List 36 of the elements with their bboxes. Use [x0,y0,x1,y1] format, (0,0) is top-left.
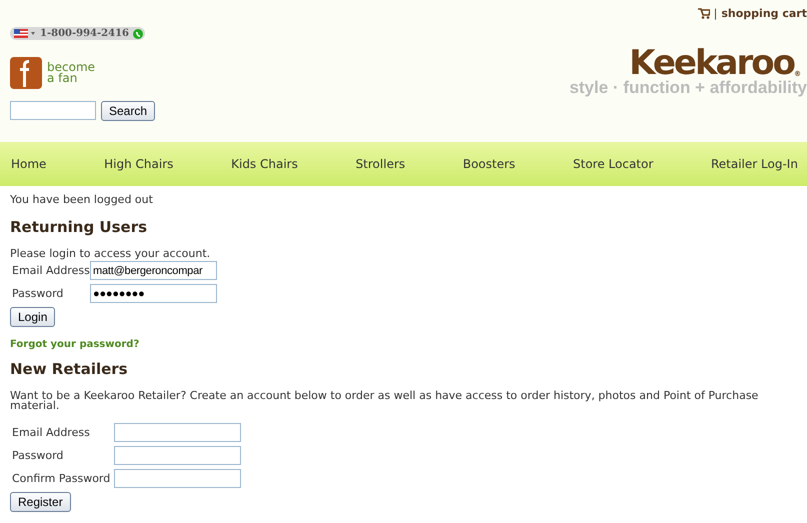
password-field[interactable] [114,446,241,465]
section-heading: New Retailers [10,360,129,378]
password-field[interactable]: ●●●●●●●● [90,284,217,303]
forgot-password-link[interactable]: Forgot your password? [10,339,797,350]
email-field[interactable]: matt@bergeroncompar [90,261,217,280]
field-label: Email Address [11,426,91,439]
field-label: Email Address [11,264,90,277]
shopping-cart-link[interactable]: shopping cart [721,7,807,20]
nav-link[interactable]: Home [11,157,46,171]
fan-link[interactable]: become a fan [47,62,96,84]
nav-link[interactable]: High Chairs [104,157,174,171]
field-label: Confirm Password [11,472,112,485]
search-field[interactable] [10,101,96,120]
login-button[interactable]: Login [10,307,56,327]
nav-link[interactable]: Store Locator [573,157,654,171]
separator: | [714,7,718,20]
intro-text: Want to be a Keekaroo Retailer? Create an account below to order as well as have access to order history, photos and Point of Purchase material. [10,391,760,411]
status-message: You have been logged out [10,195,154,205]
password-field[interactable] [114,469,241,488]
email-field[interactable] [114,423,241,442]
field-label: Password [11,449,64,462]
nav-link[interactable]: Strollers [356,157,406,171]
flag-icon [14,29,36,38]
search-button[interactable]: Search [101,101,156,121]
field-label: Password [11,287,64,300]
nav-link[interactable]: Boosters [462,157,516,171]
nav-link[interactable]: Retailer Log-In [710,157,807,171]
phone-number: 1-800-994-2416 [40,28,129,39]
facebook-icon[interactable] [10,57,42,89]
tagline: style · function + affordability [569,78,807,98]
section-heading: Returning Users [10,218,148,236]
nav-link[interactable]: Kids Chairs [231,157,298,171]
intro-text: Please login to access your account. [10,249,212,259]
register-button[interactable]: Register [10,492,71,512]
phone-icon [133,28,143,38]
cart-icon[interactable] [698,8,710,19]
